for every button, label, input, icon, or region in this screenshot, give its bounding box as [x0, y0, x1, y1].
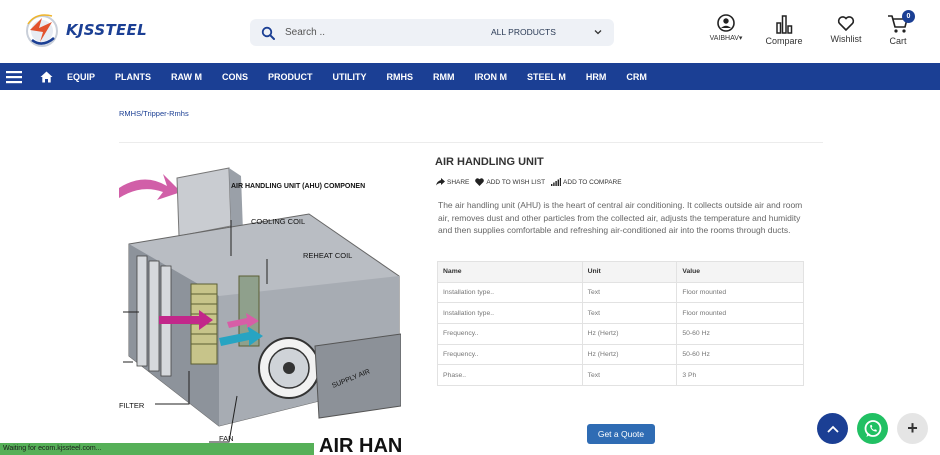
spec-value: 50-60 Hz	[676, 323, 804, 345]
label-cooling-coil: COOLING COIL	[251, 217, 305, 226]
main-nav: EQUIP PLANTS RAW M CONS PRODUCT UTILITY …	[0, 63, 940, 90]
label-big-title: AIR HAN	[319, 435, 401, 455]
spec-header-name: Name	[437, 261, 583, 283]
wishlist-link[interactable]: Wishlist	[825, 14, 867, 44]
chevron-down-icon[interactable]	[594, 28, 602, 36]
site-header: KJSSTEEL ALL PRODUCTS VAIBHAV▾ Compare	[0, 0, 940, 63]
nav-item-rmhs[interactable]: RMHS	[387, 72, 414, 82]
share-icon	[436, 178, 445, 186]
spec-unit: Text	[581, 302, 678, 325]
spec-value: Floor mounted	[676, 302, 804, 325]
add-to-compare-button[interactable]: ADD TO COMPARE	[551, 178, 622, 186]
table-row: Installation type.. Text Floor mounted	[437, 302, 804, 325]
hamburger-menu-icon[interactable]	[6, 70, 22, 84]
label-fan: FAN	[219, 434, 234, 443]
search-category-select[interactable]: ALL PRODUCTS	[491, 27, 556, 37]
search-icon[interactable]	[261, 26, 275, 40]
nav-item-cons[interactable]: CONS	[222, 72, 248, 82]
breadcrumb[interactable]: RMHS/Tripper-Rmhs	[119, 109, 189, 118]
status-bar: Waiting for ecom.kjssteel.com...	[0, 443, 314, 455]
diagram-heading: AIR HANDLING UNIT (AHU) COMPONEN	[231, 183, 365, 190]
spec-value: 50-60 Hz	[676, 343, 804, 366]
spec-unit: Text	[581, 364, 678, 387]
wishlist-label: Wishlist	[830, 34, 862, 44]
get-a-quote-button[interactable]: Get a Quote	[587, 424, 655, 444]
nav-items: EQUIP PLANTS RAW M CONS PRODUCT UTILITY …	[67, 72, 667, 82]
spec-value: Floor mounted	[676, 281, 804, 304]
caret-down-icon: ▾	[738, 35, 743, 42]
home-icon[interactable]	[40, 71, 53, 83]
search-input[interactable]	[285, 27, 465, 38]
whatsapp-button[interactable]	[857, 413, 888, 444]
add-to-wishlist-button[interactable]: ADD TO WISH LIST	[475, 178, 545, 186]
label-reheat-coil: REHEAT COIL	[303, 251, 352, 260]
divider	[119, 142, 823, 143]
nav-item-product[interactable]: PRODUCT	[268, 72, 313, 82]
plus-button[interactable]: +	[897, 413, 928, 444]
product-description: The air handling unit (AHU) is the heart…	[438, 200, 803, 235]
plus-icon: +	[907, 418, 918, 438]
spec-unit: Text	[581, 281, 678, 304]
user-icon	[717, 14, 735, 32]
nav-item-raw-m[interactable]: RAW M	[171, 72, 202, 82]
label-filter: FILTER	[119, 401, 145, 410]
table-row: Phase.. Text 3 Ph	[437, 364, 804, 387]
product-title: AIR HANDLING UNIT	[435, 156, 544, 168]
table-row: Frequency.. Hz (Hertz) 50-60 Hz	[437, 343, 804, 366]
spec-unit: Hz (Hertz)	[581, 323, 678, 345]
spec-name: Phase..	[437, 364, 583, 387]
spec-unit: Hz (Hertz)	[581, 343, 678, 366]
compare-icon	[776, 15, 793, 34]
logo[interactable]: KJSSTEEL	[22, 10, 147, 50]
signal-bars-icon	[551, 178, 562, 186]
nav-item-plants[interactable]: PLANTS	[115, 72, 151, 82]
product-actions: SHARE ADD TO WISH LIST ADD TO COMPARE	[436, 178, 628, 186]
spec-table: Name Unit Value Installation type.. Text…	[437, 261, 804, 387]
spec-header-unit: Unit	[581, 261, 678, 283]
nav-item-iron-m[interactable]: IRON M	[475, 72, 508, 82]
wishlist-action-label: ADD TO WISH LIST	[486, 178, 546, 186]
brand-name: KJSSTEEL	[66, 21, 147, 39]
nav-item-rmm[interactable]: RMM	[433, 72, 455, 82]
cart-count-badge: 0	[902, 10, 915, 23]
spec-name: Frequency..	[437, 323, 583, 345]
nav-item-hrm[interactable]: HRM	[586, 72, 607, 82]
spec-header-value: Value	[676, 261, 804, 283]
cart-label: Cart	[889, 36, 907, 46]
spec-header-row: Name Unit Value	[437, 261, 804, 283]
logo-icon	[26, 14, 58, 47]
chevron-up-icon	[826, 425, 839, 433]
spec-name: Installation type..	[437, 302, 583, 325]
nav-item-equip[interactable]: EQUIP	[67, 72, 95, 82]
compare-link[interactable]: Compare	[761, 14, 807, 46]
spec-name: Installation type..	[437, 281, 583, 304]
spec-name: Frequency..	[437, 343, 583, 366]
compare-action-label: ADD TO COMPARE	[563, 178, 622, 186]
nav-item-steel-m[interactable]: STEEL M	[527, 72, 566, 82]
scroll-to-top-button[interactable]	[817, 413, 848, 444]
compare-label: Compare	[765, 36, 803, 46]
product-image[interactable]: AIR HANDLING UNIT (AHU) COMPONEN COOLING…	[119, 166, 401, 455]
whatsapp-icon	[864, 419, 881, 437]
table-row: Installation type.. Text Floor mounted	[437, 281, 804, 304]
spec-value: 3 Ph	[676, 364, 804, 387]
user-name: VAIBHAV	[709, 35, 739, 42]
heart-icon	[837, 16, 855, 32]
table-row: Frequency.. Hz (Hertz) 50-60 Hz	[437, 323, 804, 345]
ahu-diagram-illustration: AIR HANDLING UNIT (AHU) COMPONEN COOLING…	[119, 167, 401, 455]
nav-item-utility[interactable]: UTILITY	[333, 72, 367, 82]
nav-item-crm[interactable]: CRM	[626, 72, 647, 82]
heart-icon	[475, 178, 485, 186]
search-bar: ALL PRODUCTS	[250, 19, 614, 46]
share-label: SHARE	[447, 178, 470, 186]
user-account[interactable]: VAIBHAV▾	[706, 14, 746, 42]
share-button[interactable]: SHARE	[436, 178, 469, 186]
